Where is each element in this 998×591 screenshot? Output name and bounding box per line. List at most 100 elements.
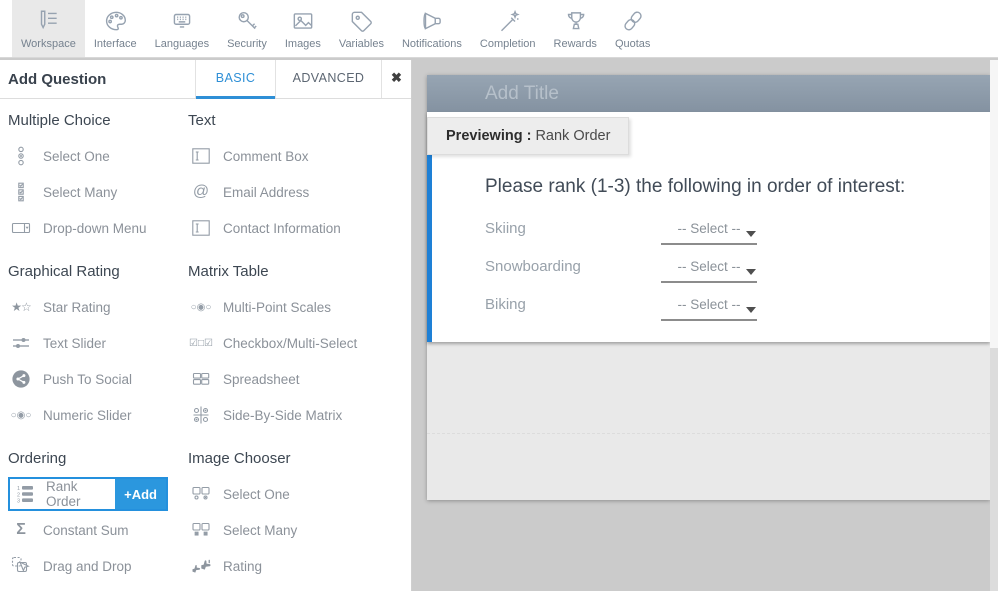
preview-panel: Add Title Previewing : Rank Order Please… (427, 75, 990, 500)
scrollbar-track[interactable] (990, 60, 998, 591)
toolbar-item-label: Languages (155, 38, 209, 50)
toolbar-item-completion[interactable]: Completion (471, 0, 545, 57)
select-placeholder: -- Select -- (677, 221, 740, 236)
svg-text:1: 1 (17, 486, 20, 492)
toolbar-item-languages[interactable]: Languages (146, 0, 218, 57)
rank-row-label: Snowboarding (485, 256, 661, 275)
question-type-label: Rank Order (46, 479, 115, 509)
question-type-drag-and-drop[interactable]: Drag and Drop (8, 548, 188, 584)
toolbar-item-label: Quotas (615, 38, 650, 50)
question-title: Please rank (1-3) the following in order… (485, 176, 990, 198)
question-type-push-to-social[interactable]: Push To Social (8, 361, 188, 397)
toolbar-item-label: Images (285, 38, 321, 50)
toolbar-item-workspace[interactable]: Workspace (12, 0, 85, 57)
select-placeholder: -- Select -- (677, 259, 740, 274)
text-cursor-box-icon (188, 146, 214, 166)
question-type-email-address[interactable]: @ Email Address (188, 174, 411, 210)
key-icon (234, 6, 260, 36)
question-type-image-rating[interactable]: Rating (188, 548, 411, 584)
rank-row-label: Skiing (485, 218, 661, 237)
tab-basic[interactable]: BASIC (195, 60, 275, 98)
question-type-image-select-one[interactable]: Select One (188, 476, 411, 512)
magic-wand-icon (495, 6, 521, 36)
section-title: Multiple Choice (8, 112, 188, 129)
side-by-side-icon (188, 405, 214, 425)
question-type-select-many[interactable]: Select Many (8, 174, 188, 210)
chain-links-icon (620, 6, 646, 36)
rank-row-label: Biking (485, 294, 661, 313)
section-title: Text (188, 112, 411, 129)
panel-body: Multiple Choice Select One (0, 99, 411, 591)
question-type-label: Comment Box (223, 149, 309, 164)
share-icon (8, 369, 34, 389)
rank-select-biking[interactable]: -- Select -- (661, 294, 757, 321)
section-matrix-table: Matrix Table ○◉○ Multi-Point Scales ☑□☑ … (188, 263, 411, 433)
rank-select-skiing[interactable]: -- Select -- (661, 218, 757, 245)
question-type-label: Text Slider (43, 336, 106, 351)
previewing-value: Rank Order (535, 128, 610, 144)
toolbar-item-interface[interactable]: Interface (85, 0, 146, 57)
trophy-icon (562, 6, 588, 36)
question-type-label: Select One (43, 149, 110, 164)
multi-point-icon: ○◉○ (188, 302, 214, 313)
question-type-star-rating[interactable]: ★☆ Star Rating (8, 289, 188, 325)
spreadsheet-icon (188, 369, 214, 389)
question-type-label: Email Address (223, 185, 309, 200)
question-type-contact-information[interactable]: Contact Information (188, 210, 411, 246)
select-placeholder: -- Select -- (677, 297, 740, 312)
keyboard-icon (169, 6, 195, 36)
close-icon[interactable]: ✖ (381, 60, 411, 98)
question-type-numeric-slider[interactable]: ○◉○ Numeric Slider (8, 397, 188, 433)
thumbs-icon (188, 556, 214, 576)
rank-order-selected-box[interactable]: 1 2 3 Rank Order +Add (8, 477, 168, 511)
toolbar-item-images[interactable]: Images (276, 0, 330, 57)
question-type-side-by-side-matrix[interactable]: Side-By-Side Matrix (188, 397, 411, 433)
tab-advanced[interactable]: ADVANCED (275, 60, 381, 98)
image-select-many-icon (188, 520, 214, 540)
scrollbar-thumb[interactable] (990, 60, 998, 348)
text-cursor-box-icon (188, 218, 214, 238)
dropdown-icon (8, 218, 34, 238)
question-type-multi-point-scales[interactable]: ○◉○ Multi-Point Scales (188, 289, 411, 325)
question-type-rank-order[interactable]: 1 2 3 Rank Order +Add (8, 476, 188, 512)
active-question-indicator (427, 155, 432, 342)
previewing-label: Previewing : (446, 128, 531, 144)
app-root: Workspace Interface Languages (0, 0, 998, 591)
question-type-constant-sum[interactable]: Σ Constant Sum (8, 512, 188, 548)
rank-select-snowboarding[interactable]: -- Select -- (661, 256, 757, 283)
question-type-label: Select Many (223, 523, 297, 538)
question-type-label: Select One (223, 487, 290, 502)
question-type-label: Contact Information (223, 221, 341, 236)
toolbar-item-rewards[interactable]: Rewards (545, 0, 606, 57)
question-type-select-one[interactable]: Select One (8, 138, 188, 174)
add-button[interactable]: +Add (115, 479, 166, 509)
question-type-dropdown-menu[interactable]: Drop-down Menu (8, 210, 188, 246)
question-type-checkbox-multi-select[interactable]: ☑□☑ Checkbox/Multi-Select (188, 325, 411, 361)
toolbar-item-label: Workspace (21, 38, 76, 50)
question-type-label: Rating (223, 559, 262, 574)
rank-row: Biking -- Select -- (485, 294, 990, 332)
svg-text:2: 2 (17, 492, 20, 498)
toolbar-item-security[interactable]: Security (218, 0, 276, 57)
megaphone-icon (419, 6, 445, 36)
section-multiple-choice: Multiple Choice Select One (8, 112, 188, 246)
panel-title: Add Question (0, 71, 106, 88)
checkbox-multi-icon: ☑□☑ (188, 338, 214, 349)
question-preview-card: Previewing : Rank Order Please rank (1-3… (427, 112, 990, 342)
toolbar-item-variables[interactable]: Variables (330, 0, 393, 57)
slider-icon (8, 333, 34, 353)
question-type-label: Star Rating (43, 300, 111, 315)
stars-icon: ★☆ (8, 300, 34, 314)
section-title: Matrix Table (188, 263, 411, 280)
toolbar-item-quotas[interactable]: Quotas (606, 0, 659, 57)
panel-header: Add Question BASIC ADVANCED ✖ (0, 60, 411, 99)
add-title-bar[interactable]: Add Title (427, 75, 990, 112)
question-type-spreadsheet[interactable]: Spreadsheet (188, 361, 411, 397)
question-type-text-slider[interactable]: Text Slider (8, 325, 188, 361)
question-type-comment-box[interactable]: Comment Box (188, 138, 411, 174)
section-text: Text Comment Box @ Email Address (188, 112, 411, 246)
question-type-image-select-many[interactable]: Select Many (188, 512, 411, 548)
toolbar-item-label: Security (227, 38, 267, 50)
toolbar-item-notifications[interactable]: Notifications (393, 0, 471, 57)
toolbar-item-label: Rewards (554, 38, 597, 50)
